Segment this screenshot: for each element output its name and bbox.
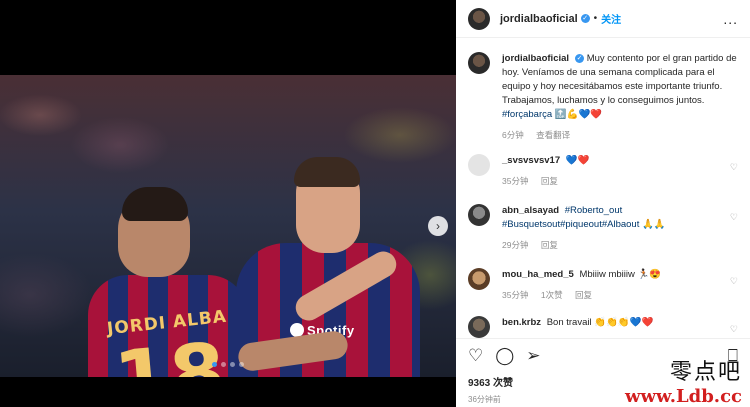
header-username[interactable]: jordialbaoficial <box>500 13 578 25</box>
comment-item: _svsvsvsv17 💙❤️ 35分钟 回复 ♡ <box>456 154 750 188</box>
comment-like-icon[interactable]: ♡ <box>730 162 738 173</box>
avatar[interactable] <box>468 316 490 338</box>
comment-like-icon[interactable]: ♡ <box>730 324 738 335</box>
comment-time: 35分钟 <box>502 290 529 300</box>
caption-body: jordialbaoficial ✓ Muy contento por el gr… <box>502 52 738 142</box>
comment-meta: 35分钟 回复 <box>502 174 738 188</box>
more-options-icon[interactable]: ... <box>723 11 738 27</box>
comment-body: abn_alsayad #Roberto_out #Busquetsout#pi… <box>502 204 738 252</box>
comment-username[interactable]: mou_ha_med_5 <box>502 269 574 280</box>
carousel-dots <box>212 362 244 367</box>
share-icon[interactable]: ➢ <box>526 347 540 364</box>
follow-button[interactable]: 关注 <box>601 11 621 26</box>
comment-like-icon[interactable]: ♡ <box>730 276 738 287</box>
comment-text: 💙❤️ <box>565 155 590 166</box>
reply-link[interactable]: 回复 <box>541 176 558 186</box>
comment-text: Mbiiiw mbiiiw 🏃🏿😍 <box>579 269 662 280</box>
comment-time: 35分钟 <box>502 176 529 186</box>
comment-username[interactable]: ben.krbz <box>502 317 541 328</box>
comment-text: 🙏🙏 <box>641 219 666 230</box>
comment-body: _svsvsvsv17 💙❤️ 35分钟 回复 <box>502 154 738 188</box>
post-caption: jordialbaoficial ✓ Muy contento por el gr… <box>456 52 750 142</box>
like-icon[interactable]: ♡ <box>468 347 483 364</box>
translate-link[interactable]: 查看翻译 <box>536 130 570 140</box>
comment-likes[interactable]: 1次赞 <box>541 290 563 300</box>
reply-link[interactable]: 回复 <box>541 240 558 250</box>
comment-body: ben.krbz Bon travail 👏👏👏💙❤️ <box>502 316 738 338</box>
carousel-dot <box>221 362 226 367</box>
watermark: 零点吧 www.Ldb.cc <box>625 354 742 407</box>
post-media: Spotify JORDI ALBA 18 › <box>0 0 456 407</box>
next-slide-button[interactable]: › <box>428 216 448 236</box>
comment-text: Bon travail 👏👏👏💙❤️ <box>546 317 654 328</box>
caption-emoji: 🔝💪💙❤️ <box>554 109 603 120</box>
caption-time: 6分钟 <box>502 130 524 140</box>
carousel-dot <box>212 362 217 367</box>
avatar[interactable] <box>468 7 490 30</box>
comment-meta: 29分钟 回复 <box>502 238 738 252</box>
comment-username[interactable]: _svsvsvsv17 <box>502 155 560 166</box>
comment-body: mou_ha_med_5 Mbiiiw mbiiiw 🏃🏿😍 35分钟 1次赞 … <box>502 268 738 302</box>
avatar[interactable] <box>468 204 490 226</box>
caption-username[interactable]: jordialbaoficial <box>502 53 569 64</box>
post-side-panel: jordialbaoficial ✓ • 关注 ... jordialbaofi… <box>456 0 750 407</box>
verified-badge-icon: ✓ <box>575 54 585 63</box>
header-separator: • <box>593 13 598 24</box>
verified-badge-icon: ✓ <box>580 14 590 23</box>
carousel-dot <box>230 362 235 367</box>
comment-icon[interactable]: ◯ <box>495 347 514 364</box>
avatar[interactable] <box>468 52 490 74</box>
carousel-dot <box>239 362 244 367</box>
comments-list[interactable]: jordialbaoficial ✓ Muy contento por el gr… <box>456 46 750 338</box>
comment-item: abn_alsayad #Roberto_out #Busquetsout#pi… <box>456 204 750 252</box>
caption-hashtag[interactable]: #forçabarça <box>502 109 552 120</box>
post-photo[interactable]: Spotify JORDI ALBA 18 <box>0 75 456 377</box>
watermark-url: www.Ldb.cc <box>625 386 742 407</box>
jersey-number: 18 <box>110 325 230 377</box>
comment-item: mou_ha_med_5 Mbiiiw mbiiiw 🏃🏿😍 35分钟 1次赞 … <box>456 268 750 302</box>
comment-item: ben.krbz Bon travail 👏👏👏💙❤️ ♡ <box>456 316 750 338</box>
avatar[interactable] <box>468 154 490 176</box>
comment-meta: 35分钟 1次赞 回复 <box>502 288 738 302</box>
caption-meta: 6分钟 查看翻译 <box>502 128 738 142</box>
comment-like-icon[interactable]: ♡ <box>730 212 738 223</box>
reply-link[interactable]: 回复 <box>575 290 592 300</box>
post-header: jordialbaoficial ✓ • 关注 ... <box>456 0 750 38</box>
player-left-hair <box>122 187 188 221</box>
comment-time: 29分钟 <box>502 240 529 250</box>
comment-username[interactable]: abn_alsayad <box>502 205 559 216</box>
avatar[interactable] <box>468 268 490 290</box>
watermark-title: 零点吧 <box>669 360 742 385</box>
player-right-hair <box>294 157 360 187</box>
